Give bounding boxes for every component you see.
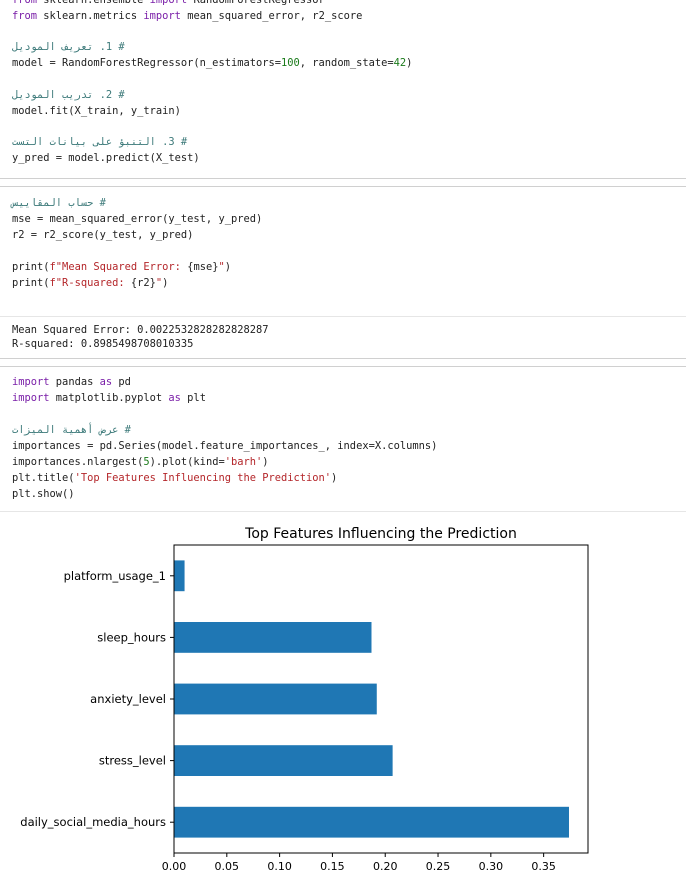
cell-divider [0, 186, 686, 187]
code-line: from sklearn.metrics import mean_squared… [12, 10, 362, 23]
chart-title: Top Features Influencing the Prediction [244, 526, 517, 542]
code-token: r2 = r2_score(y_test, y_pred) [12, 229, 194, 241]
x-tick-label: 0.30 [479, 860, 504, 873]
x-tick-label: 0.15 [320, 860, 345, 873]
code-token: y_pred = model.predict(X_test) [12, 152, 200, 164]
code-token: mse = mean_squared_error(y_test, y_pred) [12, 213, 263, 225]
code-token: print( [12, 277, 50, 289]
code-token: ) [262, 456, 269, 468]
bar-anxiety_level [174, 683, 377, 715]
bar-daily_social_media_hours [174, 806, 569, 838]
bar-platform_usage_1 [174, 560, 185, 592]
x-tick-label: 0.25 [426, 860, 451, 873]
code-line: # عرض أهمية الميزات [12, 424, 131, 437]
cell-divider [0, 178, 686, 179]
code-cell-metrics[interactable]: # حساب المقاييس mse = mean_squared_error(… [0, 197, 686, 307]
code-line: model = RandomForestRegressor(n_estimato… [12, 57, 412, 70]
code-token: ) [224, 261, 231, 273]
code-token: 'barh' [224, 456, 263, 468]
code-line: importances = pd.Series(model.feature_im… [12, 440, 437, 453]
x-tick-label: 0.10 [267, 860, 292, 873]
code-token: mean_squared_error, r2_score [180, 9, 363, 22]
code-token: import [12, 376, 50, 388]
code-line: import matplotlib.pyplot as plt [12, 392, 206, 405]
code-line: plt.show() [12, 488, 75, 501]
code-line: print(f"R-squared: {r2}") [12, 277, 168, 290]
code-line: importances.nlargest(5).plot(kind='barh'… [12, 456, 269, 469]
code-token: print( [12, 261, 50, 273]
code-token: plt [180, 392, 206, 404]
x-tick-label: 0.35 [531, 860, 556, 873]
code-token: # 3. التنبؤ على بيانات التست [12, 136, 188, 149]
code-token: # عرض أهمية الميزات [12, 424, 131, 436]
code-line: model.fit(X_train, y_train) [12, 105, 181, 118]
y-tick-label: platform_usage_1 [64, 569, 166, 583]
code-token: RandomForestRegressor [187, 0, 325, 6]
code-token: pandas [49, 376, 100, 388]
code-token: model.fit(X_train, y_train) [12, 104, 181, 117]
code-line: mse = mean_squared_error(y_test, y_pred) [12, 213, 262, 226]
code-token: f"R-squared: [49, 277, 131, 289]
code-token: ) [162, 277, 169, 289]
output-divider [0, 511, 686, 512]
output-r2: R-squared: 0.8985498708010335 [12, 338, 194, 350]
code-token: import [149, 0, 188, 6]
code-line: import pandas as pd [12, 376, 131, 389]
code-token: {r2} [130, 277, 156, 289]
y-tick-label: sleep_hours [97, 630, 166, 644]
code-token: ) [406, 57, 413, 70]
code-line: plt.title('Top Features Influencing the … [12, 472, 337, 485]
output-divider [0, 316, 686, 317]
code-token: # 1. تعريف الموديل [12, 41, 125, 54]
code-line: print(f"Mean Squared Error: {mse}") [12, 261, 231, 274]
code-token: importances = pd.Series(model.feature_im… [12, 440, 438, 452]
code-token: from [12, 0, 38, 6]
code-token: sklearn.ensemble [37, 0, 150, 6]
code-token: , random_state= [299, 57, 394, 70]
bar-stress_level [174, 745, 393, 776]
code-line: y_pred = model.predict(X_test) [12, 152, 200, 165]
y-tick-label: daily_social_media_hours [20, 815, 166, 829]
code-token: importances.nlargest( [12, 456, 144, 468]
code-token: model = RandomForestRegressor(n_estimato… [12, 57, 281, 70]
code-token: import [12, 392, 50, 404]
y-tick-label: anxiety_level [90, 692, 166, 706]
bar-sleep_hours [174, 622, 372, 653]
code-line: # 1. تعريف الموديل [12, 41, 125, 54]
y-tick-label: stress_level [99, 754, 166, 768]
feature-importance-chart: Top Features Influencing the Prediction … [20, 526, 589, 873]
code-token: f"Mean Squared Error: [49, 261, 188, 273]
code-token: plt.title( [12, 472, 75, 484]
code-line: # حساب المقاييس [12, 197, 106, 210]
code-token: import [143, 9, 181, 22]
code-token: # 2. تدريب الموديل [12, 88, 125, 101]
code-token: 100 [281, 57, 300, 70]
code-token: pd [112, 376, 131, 388]
code-token: ).plot(kind= [149, 456, 225, 468]
code-line: from sklearn.ensemble import RandomFores… [12, 0, 325, 7]
code-token: as [168, 392, 181, 404]
code-token: sklearn.metrics [37, 9, 144, 22]
code-token: # حساب المقاييس [12, 197, 106, 209]
cell-divider [0, 358, 686, 359]
x-tick-label: 0.05 [215, 860, 240, 873]
code-line: r2 = r2_score(y_test, y_pred) [12, 229, 193, 242]
code-token: as [99, 376, 113, 388]
code-line: # 3. التنبؤ على بيانات التست [12, 136, 187, 149]
x-tick-label: 0.00 [162, 860, 187, 873]
code-token: 42 [393, 57, 407, 70]
code-token: ) [331, 472, 338, 484]
code-token: {mse} [187, 261, 219, 273]
code-cell-model-training[interactable]: from sklearn.ensemble import RandomFores… [0, 0, 686, 174]
code-token: 'Top Features Influencing the Prediction… [74, 472, 332, 484]
code-line: # 2. تدريب الموديل [12, 89, 125, 102]
cell-divider [0, 366, 686, 367]
output-mse: Mean Squared Error: 0.002253282828282828… [12, 324, 269, 336]
code-token: from [12, 9, 38, 22]
code-cell-feature-importance[interactable]: import pandas as pd import matplotlib.pyp… [0, 376, 686, 506]
code-token: matplotlib.pyplot [49, 392, 169, 404]
x-tick-label: 0.20 [373, 860, 398, 873]
code-token: plt.show() [12, 488, 75, 500]
